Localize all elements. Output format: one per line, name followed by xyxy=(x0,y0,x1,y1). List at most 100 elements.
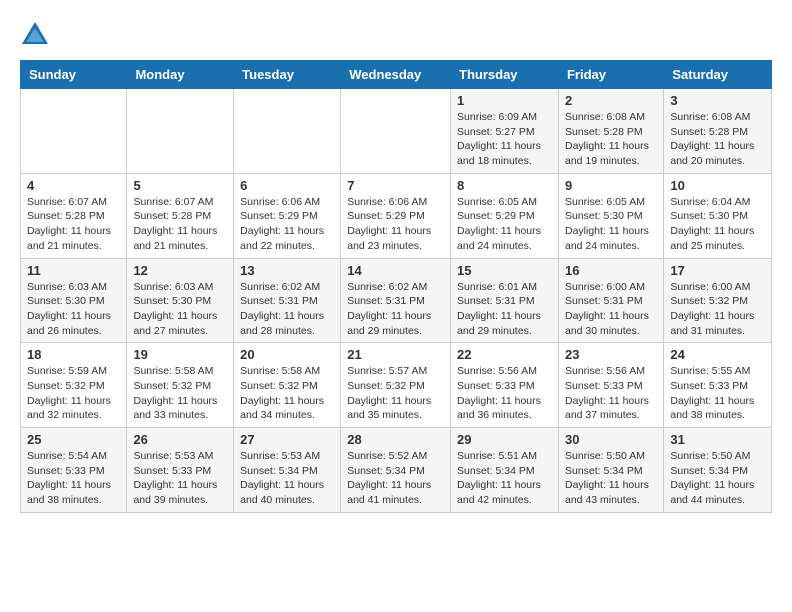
calendar-cell: 14 Sunrise: 6:02 AMSunset: 5:31 PMDayligh… xyxy=(341,258,451,343)
cell-content: Sunrise: 6:03 AMSunset: 5:30 PMDaylight:… xyxy=(27,280,120,339)
cell-content: Sunrise: 5:55 AMSunset: 5:33 PMDaylight:… xyxy=(670,364,765,423)
calendar-cell: 29 Sunrise: 5:51 AMSunset: 5:34 PMDayligh… xyxy=(451,428,559,513)
calendar-cell: 2Sunrise: 6:08 AMSunset: 5:28 PMDaylight… xyxy=(558,89,663,174)
day-number: 11 xyxy=(27,263,120,278)
day-header-saturday: Saturday xyxy=(664,61,772,89)
day-number: 20 xyxy=(240,347,334,362)
calendar-cell: 5 Sunrise: 6:07 AMSunset: 5:28 PMDaylight… xyxy=(127,173,234,258)
cell-content: Sunrise: 5:57 AMSunset: 5:32 PMDaylight:… xyxy=(347,364,444,423)
day-number: 15 xyxy=(457,263,552,278)
calendar-cell: 3 Sunrise: 6:08 AMSunset: 5:28 PMDaylight… xyxy=(664,89,772,174)
day-number: 3 xyxy=(670,93,765,108)
cell-content: Sunrise: 5:51 AMSunset: 5:34 PMDaylight:… xyxy=(457,449,552,508)
cell-content: Sunrise: 6:04 AMSunset: 5:30 PMDaylight:… xyxy=(670,195,765,254)
day-number: 13 xyxy=(240,263,334,278)
cell-content: Sunrise: 5:58 AMSunset: 5:32 PMDaylight:… xyxy=(133,364,227,423)
cell-content: Sunrise: 5:56 AMSunset: 5:33 PMDaylight:… xyxy=(457,364,552,423)
logo-icon xyxy=(20,20,50,50)
cell-content: Sunrise: 5:53 AMSunset: 5:34 PMDaylight:… xyxy=(240,449,334,508)
cell-content: Sunrise: 5:54 AMSunset: 5:33 PMDaylight:… xyxy=(27,449,120,508)
cell-content: Sunrise: 6:02 AMSunset: 5:31 PMDaylight:… xyxy=(347,280,444,339)
cell-content: Sunrise: 6:00 AMSunset: 5:31 PMDaylight:… xyxy=(565,280,657,339)
day-header-monday: Monday xyxy=(127,61,234,89)
calendar-cell: 4 Sunrise: 6:07 AMSunset: 5:28 PMDaylight… xyxy=(21,173,127,258)
day-number: 26 xyxy=(133,432,227,447)
day-header-sunday: Sunday xyxy=(21,61,127,89)
calendar-table: SundayMondayTuesdayWednesdayThursdayFrid… xyxy=(20,60,772,513)
calendar-cell: 25 Sunrise: 5:54 AMSunset: 5:33 PMDayligh… xyxy=(21,428,127,513)
day-number: 22 xyxy=(457,347,552,362)
cell-content: Sunrise: 5:52 AMSunset: 5:34 PMDaylight:… xyxy=(347,449,444,508)
calendar-week-row: 25 Sunrise: 5:54 AMSunset: 5:33 PMDayligh… xyxy=(21,428,772,513)
calendar-cell: 16 Sunrise: 6:00 AMSunset: 5:31 PMDayligh… xyxy=(558,258,663,343)
calendar-cell: 6 Sunrise: 6:06 AMSunset: 5:29 PMDaylight… xyxy=(234,173,341,258)
calendar-cell: 11 Sunrise: 6:03 AMSunset: 5:30 PMDayligh… xyxy=(21,258,127,343)
calendar-cell: 18 Sunrise: 5:59 AMSunset: 5:32 PMDayligh… xyxy=(21,343,127,428)
day-number: 21 xyxy=(347,347,444,362)
calendar-cell: 13 Sunrise: 6:02 AMSunset: 5:31 PMDayligh… xyxy=(234,258,341,343)
calendar-cell: 20Sunrise: 5:58 AMSunset: 5:32 PMDayligh… xyxy=(234,343,341,428)
cell-content: Sunrise: 6:01 AMSunset: 5:31 PMDaylight:… xyxy=(457,280,552,339)
calendar-cell: 17 Sunrise: 6:00 AMSunset: 5:32 PMDayligh… xyxy=(664,258,772,343)
day-number: 27 xyxy=(240,432,334,447)
calendar-cell: 12 Sunrise: 6:03 AMSunset: 5:30 PMDayligh… xyxy=(127,258,234,343)
cell-content: Sunrise: 6:02 AMSunset: 5:31 PMDaylight:… xyxy=(240,280,334,339)
cell-content: Sunrise: 5:59 AMSunset: 5:32 PMDaylight:… xyxy=(27,364,120,423)
calendar-cell: 9Sunrise: 6:05 AMSunset: 5:30 PMDaylight… xyxy=(558,173,663,258)
day-number: 28 xyxy=(347,432,444,447)
cell-content: Sunrise: 6:07 AMSunset: 5:28 PMDaylight:… xyxy=(133,195,227,254)
cell-content: Sunrise: 6:06 AMSunset: 5:29 PMDaylight:… xyxy=(240,195,334,254)
day-number: 12 xyxy=(133,263,227,278)
calendar-cell: 26 Sunrise: 5:53 AMSunset: 5:33 PMDayligh… xyxy=(127,428,234,513)
calendar-cell: 28 Sunrise: 5:52 AMSunset: 5:34 PMDayligh… xyxy=(341,428,451,513)
calendar-cell: 27 Sunrise: 5:53 AMSunset: 5:34 PMDayligh… xyxy=(234,428,341,513)
day-header-wednesday: Wednesday xyxy=(341,61,451,89)
calendar-cell xyxy=(21,89,127,174)
day-number: 31 xyxy=(670,432,765,447)
cell-content: Sunrise: 6:00 AMSunset: 5:32 PMDaylight:… xyxy=(670,280,765,339)
calendar-cell: 21 Sunrise: 5:57 AMSunset: 5:32 PMDayligh… xyxy=(341,343,451,428)
day-number: 5 xyxy=(133,178,227,193)
calendar-cell: 1 Sunrise: 6:09 AMSunset: 5:27 PMDaylight… xyxy=(451,89,559,174)
calendar-week-row: 11 Sunrise: 6:03 AMSunset: 5:30 PMDayligh… xyxy=(21,258,772,343)
day-header-tuesday: Tuesday xyxy=(234,61,341,89)
day-number: 18 xyxy=(27,347,120,362)
cell-content: Sunrise: 5:50 AMSunset: 5:34 PMDaylight:… xyxy=(670,449,765,508)
logo xyxy=(20,20,54,50)
day-number: 19 xyxy=(133,347,227,362)
calendar-cell: 31 Sunrise: 5:50 AMSunset: 5:34 PMDayligh… xyxy=(664,428,772,513)
day-number: 16 xyxy=(565,263,657,278)
cell-content: Sunrise: 6:03 AMSunset: 5:30 PMDaylight:… xyxy=(133,280,227,339)
cell-content: Sunrise: 6:09 AMSunset: 5:27 PMDaylight:… xyxy=(457,110,552,169)
day-number: 30 xyxy=(565,432,657,447)
calendar-cell: 10 Sunrise: 6:04 AMSunset: 5:30 PMDayligh… xyxy=(664,173,772,258)
day-number: 4 xyxy=(27,178,120,193)
day-number: 17 xyxy=(670,263,765,278)
calendar-cell: 8Sunrise: 6:05 AMSunset: 5:29 PMDaylight… xyxy=(451,173,559,258)
calendar-week-row: 1 Sunrise: 6:09 AMSunset: 5:27 PMDaylight… xyxy=(21,89,772,174)
cell-content: Sunrise: 5:53 AMSunset: 5:33 PMDaylight:… xyxy=(133,449,227,508)
cell-content: Sunrise: 5:50 AMSunset: 5:34 PMDaylight:… xyxy=(565,449,657,508)
day-number: 6 xyxy=(240,178,334,193)
cell-content: Sunrise: 6:07 AMSunset: 5:28 PMDaylight:… xyxy=(27,195,120,254)
calendar-cell: 22 Sunrise: 5:56 AMSunset: 5:33 PMDayligh… xyxy=(451,343,559,428)
day-number: 29 xyxy=(457,432,552,447)
day-number: 23 xyxy=(565,347,657,362)
calendar-cell: 23 Sunrise: 5:56 AMSunset: 5:33 PMDayligh… xyxy=(558,343,663,428)
cell-content: Sunrise: 5:56 AMSunset: 5:33 PMDaylight:… xyxy=(565,364,657,423)
day-number: 25 xyxy=(27,432,120,447)
day-number: 7 xyxy=(347,178,444,193)
day-number: 8 xyxy=(457,178,552,193)
calendar-cell xyxy=(234,89,341,174)
day-number: 14 xyxy=(347,263,444,278)
calendar-cell xyxy=(341,89,451,174)
calendar-cell: 24Sunrise: 5:55 AMSunset: 5:33 PMDayligh… xyxy=(664,343,772,428)
day-number: 1 xyxy=(457,93,552,108)
cell-content: Sunrise: 6:08 AMSunset: 5:28 PMDaylight:… xyxy=(670,110,765,169)
page-header xyxy=(20,20,772,50)
calendar-header-row: SundayMondayTuesdayWednesdayThursdayFrid… xyxy=(21,61,772,89)
cell-content: Sunrise: 6:08 AMSunset: 5:28 PMDaylight:… xyxy=(565,110,657,169)
day-header-thursday: Thursday xyxy=(451,61,559,89)
day-number: 10 xyxy=(670,178,765,193)
calendar-cell: 30 Sunrise: 5:50 AMSunset: 5:34 PMDayligh… xyxy=(558,428,663,513)
